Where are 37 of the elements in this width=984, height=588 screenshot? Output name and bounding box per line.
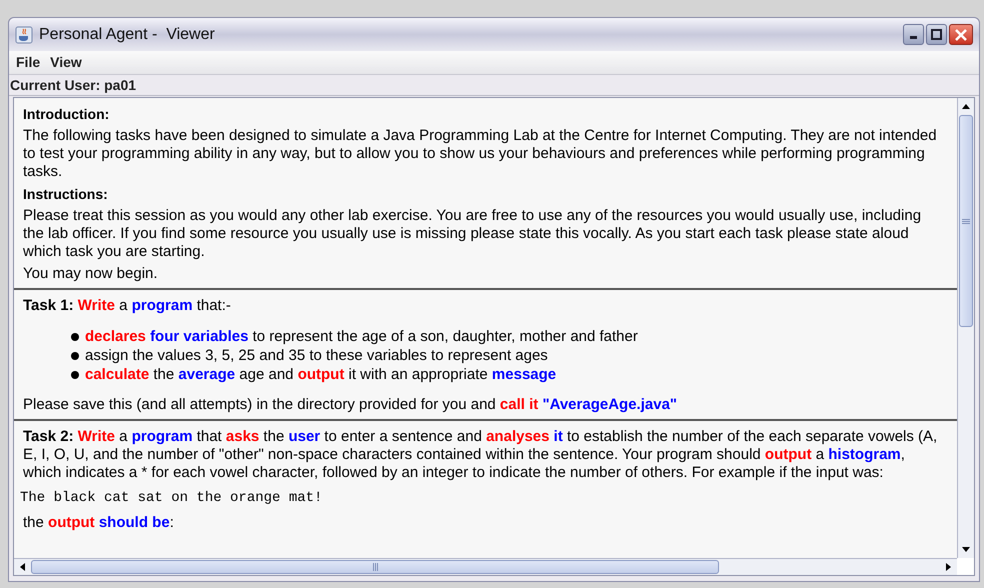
paragraph: Task 2: Write a program that asks the user to enter a sentence and analyses it to establish the number of the each separate vowels (A, E, I, O, U, and the number of "other" non-space characters contained within the sentence. Your program should output a histogram, which indicates a * for each vowel character, followed by an integer to indicate the number of others. For example if the input was: bbox=[23, 428, 938, 482]
scrollbar-thumb[interactable] bbox=[959, 115, 973, 327]
bullet-text: declares four variables to represent the age of a son, daughter, mother and father bbox=[85, 327, 638, 346]
window-title: Personal Agent - Viewer bbox=[39, 24, 215, 44]
paragraph: Task 1: Write a program that:- bbox=[23, 297, 232, 315]
horizontal-scrollbar[interactable] bbox=[14, 558, 957, 575]
bullet-icon bbox=[71, 352, 79, 360]
paragraph: You may now begin. bbox=[23, 265, 159, 283]
coffee-cup-icon bbox=[15, 26, 33, 44]
bullet-text: assign the values 3, 5, 25 and 35 to these variables to represent ages bbox=[85, 346, 548, 365]
section-heading: Introduction: bbox=[23, 105, 110, 123]
maximize-icon bbox=[931, 29, 942, 40]
bullet-icon bbox=[71, 370, 79, 378]
bullet-icon bbox=[71, 332, 79, 340]
minimize-button[interactable] bbox=[903, 24, 924, 45]
maximize-button[interactable] bbox=[926, 24, 947, 45]
grip-icon bbox=[372, 563, 378, 571]
close-button[interactable] bbox=[949, 24, 973, 45]
close-icon bbox=[955, 28, 967, 40]
scrollbar-thumb[interactable] bbox=[31, 560, 719, 574]
down-arrow-icon bbox=[962, 547, 970, 552]
right-arrow-icon bbox=[946, 563, 951, 571]
menu-item[interactable]: File bbox=[13, 52, 44, 73]
paragraph: Please treat this session as you would any other lab exercise. You are free to use any of the resources you would usually use, including the lab officer. If you find some resource you usually use is missing please state this vocally. As you start each task please state aloud which task you are starting. bbox=[23, 207, 922, 261]
paragraph: The following tasks have been designed to simulate a Java Programming Lab at the Centre for Internet Computing. They are not intended to test your programming ability in any way, but to allow you to show us your behaviours and preferences while performing programming tasks. bbox=[23, 127, 938, 181]
section-heading: Instructions: bbox=[23, 185, 109, 203]
bullet-text: calculate the average age and output it with an appropriate message bbox=[85, 365, 556, 384]
menu-item[interactable]: View bbox=[47, 52, 85, 73]
left-arrow-icon bbox=[20, 563, 25, 571]
vertical-scrollbar[interactable] bbox=[957, 98, 974, 558]
grip-icon bbox=[962, 218, 970, 224]
minimize-icon bbox=[910, 36, 917, 39]
code-sample: The black cat sat on the orange mat! bbox=[20, 489, 324, 507]
up-arrow-icon bbox=[962, 104, 970, 109]
paragraph: Please save this (and all attempts) in the directory provided for you and call it "AverageAge.java" bbox=[23, 396, 678, 414]
paragraph: the output should be: bbox=[23, 514, 175, 532]
current-user-label: Current User: pa01 bbox=[9, 76, 136, 95]
